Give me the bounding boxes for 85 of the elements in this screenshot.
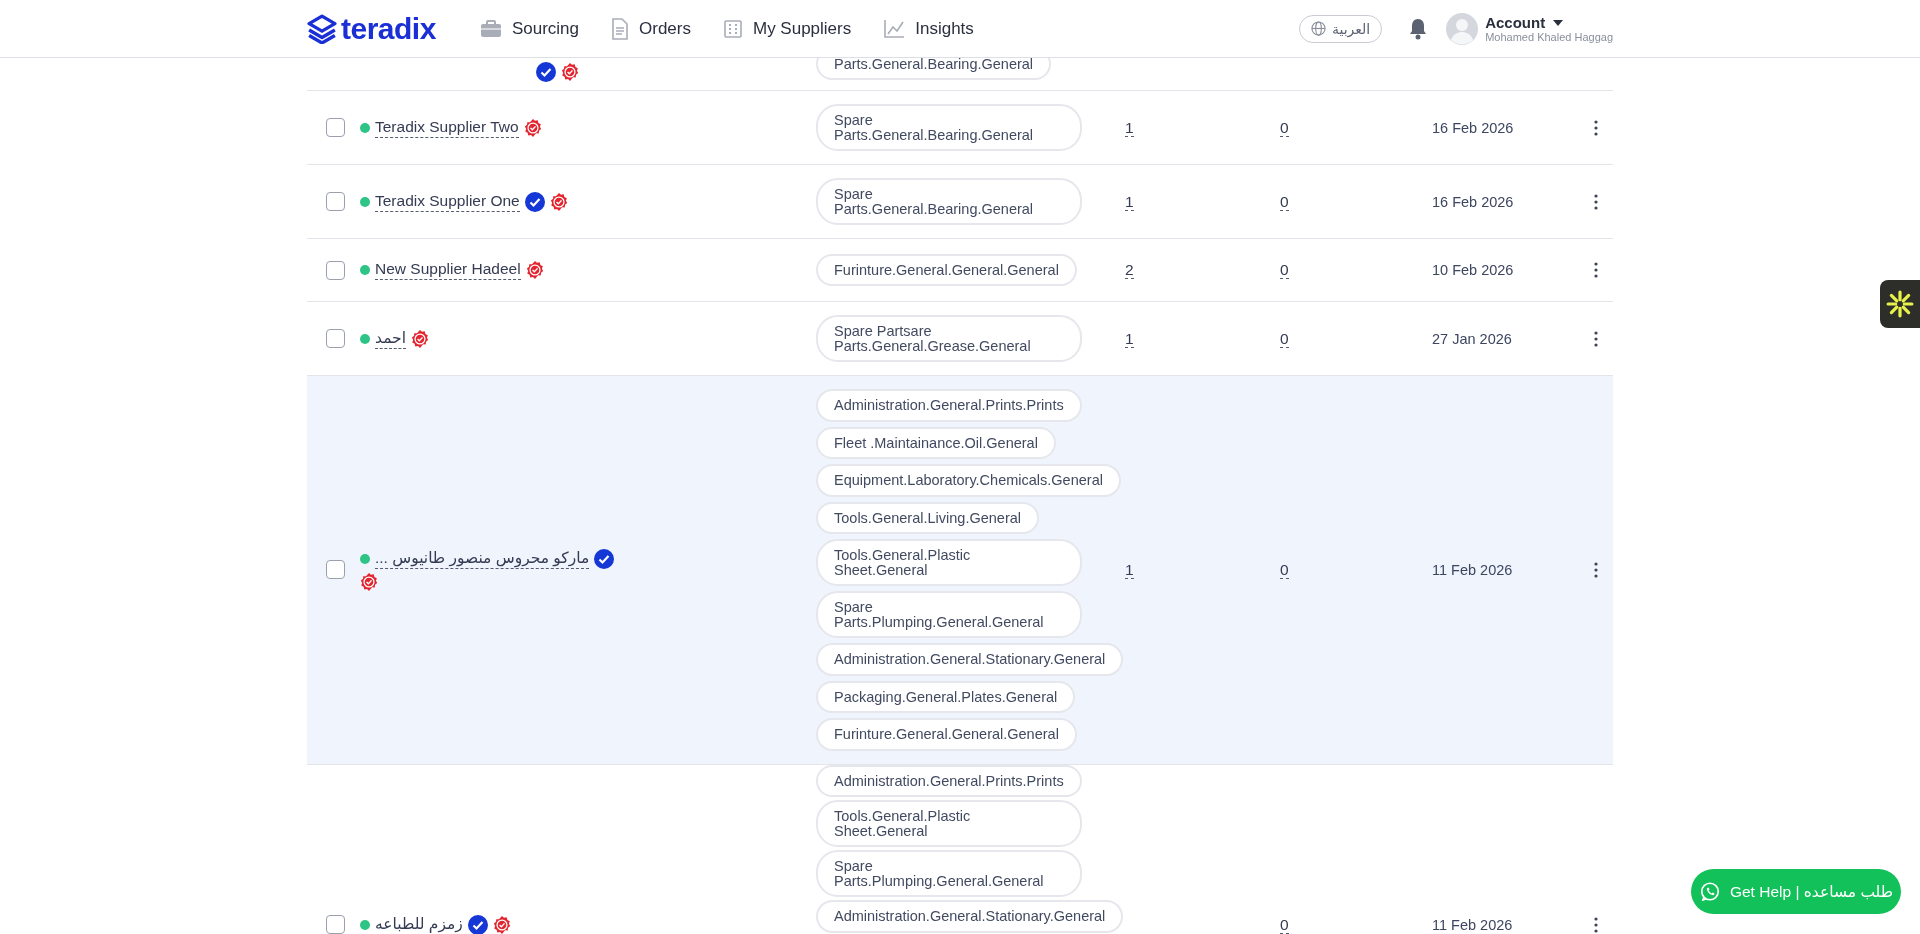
category-tag: Spare Parts.General.Bearing.General [816,104,1082,151]
category-tag: Spare Parts.Plumping.General.General [816,850,1082,897]
seal-badge-icon [561,62,579,81]
account-menu[interactable]: Account [1485,14,1546,31]
row-checkbox[interactable] [325,118,345,137]
count-link[interactable]: 0 [1280,560,1289,579]
count-link[interactable]: 1 [1125,329,1134,348]
more-options-icon[interactable] [1593,262,1598,278]
category-tag: Spare Parts.General.Bearing.General [816,178,1082,225]
caret-icon [1553,19,1564,26]
category-tag: Packaging.General.Plates.General [816,680,1076,713]
seal-badge-icon [523,118,542,137]
count-link[interactable]: 0 [1280,329,1289,348]
asterisk-icon [1886,290,1914,318]
status-dot [360,265,370,275]
row-checkbox[interactable] [325,192,345,211]
seal-badge-icon [492,915,511,934]
category-tag: Tools.General.Plastic Sheet.General [816,539,1082,586]
category-tag: Fleet .Maintainance.Oil.General [816,426,1056,459]
seal-badge-icon [360,572,378,591]
date-text: 10 Feb 2026 [1432,262,1514,278]
count-link[interactable]: 0 [1280,915,1289,934]
logo-mark-icon [307,13,337,44]
date-text: 16 Feb 2026 [1432,119,1514,136]
teradix-logo[interactable]: teradix [307,11,436,46]
row-checkbox[interactable] [325,260,345,280]
count-link[interactable]: 2 [1125,261,1134,279]
more-options-icon[interactable] [1593,193,1598,210]
row-checkbox[interactable] [325,915,345,934]
more-options-icon[interactable] [1593,561,1598,578]
category-tag: Equipment.Laboratory.Chemicals.General [816,464,1121,497]
count-link[interactable]: 0 [1280,192,1289,211]
seal-badge-icon [549,192,568,211]
category-tag: Tools.General.Plastic Sheet.General [816,800,1082,847]
row-checkbox[interactable] [325,329,345,348]
count-link[interactable]: 0 [1280,118,1289,137]
count-link[interactable]: 1 [1125,192,1134,211]
category-tag: Spare Partsare Parts.General.Grease.General [816,315,1082,362]
more-options-icon[interactable] [1593,330,1598,347]
whatsapp-icon [1698,880,1721,903]
count-link[interactable]: 0 [1280,261,1289,279]
nav-link[interactable]: Insights [883,17,974,40]
briefcase-icon [479,18,502,39]
category-tag: Furinture.General.General.General [816,718,1077,751]
globe-icon [1310,21,1326,36]
status-dot [360,122,370,133]
row-checkbox[interactable] [325,560,345,580]
category-tag: Spare Parts.Plumping.General.General [816,591,1082,638]
category-tag: Tools.General.Living.General [816,501,1039,534]
date-text: 16 Feb 2026 [1432,193,1514,210]
supplier-name[interactable]: New Supplier Hadeel [375,260,521,280]
logo-text: teradix [341,11,436,46]
line-chart-icon [883,18,906,39]
bell-icon[interactable] [1408,17,1429,40]
status-dot [360,333,370,344]
user-name: Mohamed Khaled Haggag [1485,31,1613,43]
seal-badge-icon [525,261,544,279]
category-tag: Administration.General.Prints.Prints [816,764,1082,797]
nav-link[interactable]: My Suppliers [722,17,852,40]
nav-link[interactable]: Orders [611,17,691,40]
date-text: 27 Jan 2026 [1432,330,1512,347]
nav-link[interactable]: Sourcing [479,17,579,40]
supplier-name[interactable]: Teradix Supplier One [375,191,520,212]
category-tag: Furinture.General.General.General [816,253,1077,287]
side-widget-tab[interactable] [1880,280,1920,328]
supplier-name[interactable]: زمزم للطباعه [375,914,463,934]
more-options-icon[interactable] [1593,119,1598,136]
date-text: 11 Feb 2026 [1432,561,1513,578]
document-icon [611,17,629,40]
category-tag: Administration.General.Stationary.General [816,643,1124,676]
date-text: 11 Feb 2026 [1432,916,1513,933]
supplier-name[interactable]: Teradix Supplier Two [375,117,519,138]
category-tag: Administration.General.Stationary.General [816,900,1124,933]
seal-badge-icon [411,329,429,348]
building-icon [722,18,743,39]
count-link[interactable]: 1 [1125,118,1134,137]
supplier-name[interactable]: ماركو محروس منصور طانيوس ... [375,548,590,569]
status-dot [360,919,370,930]
language-button[interactable]: العربية [1298,14,1383,43]
status-dot [360,196,370,207]
supplier-name[interactable]: احمد [375,328,406,349]
status-dot [360,553,370,564]
category-tag: Administration.General.Prints.Prints [816,389,1082,422]
more-options-icon[interactable] [1593,916,1598,933]
count-link[interactable]: 1 [1125,560,1134,579]
